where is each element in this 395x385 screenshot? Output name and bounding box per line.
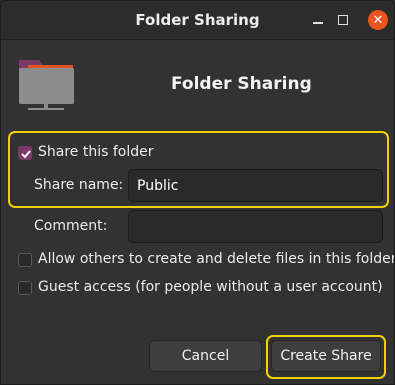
- maximize-icon: [338, 15, 348, 25]
- header-title: Folder Sharing: [171, 74, 312, 94]
- share-name-label: Share name:: [34, 177, 124, 193]
- comment-field[interactable]: [128, 210, 383, 243]
- share-this-folder-checkbox[interactable]: [18, 146, 32, 160]
- guest-access-checkbox[interactable]: [18, 281, 32, 295]
- share-this-folder-label: Share this folder: [38, 144, 154, 160]
- folder-network-icon: [19, 60, 74, 110]
- cancel-button[interactable]: Cancel: [149, 340, 262, 372]
- minimize-button[interactable]: [309, 11, 327, 29]
- checkmark-icon: [21, 150, 31, 159]
- minimize-icon: [313, 22, 323, 24]
- create-share-button[interactable]: Create Share: [271, 340, 381, 372]
- folder-sharing-dialog: Folder Sharing ✕ Folder Sharing Share th…: [0, 0, 395, 385]
- share-name-field[interactable]: Public: [128, 169, 383, 202]
- maximize-button[interactable]: [334, 11, 352, 29]
- comment-label: Comment:: [34, 218, 108, 234]
- close-icon: ✕: [372, 12, 384, 28]
- allow-others-checkbox[interactable]: [18, 253, 32, 267]
- allow-others-label: Allow others to create and delete files …: [38, 251, 395, 267]
- close-button[interactable]: ✕: [368, 10, 388, 30]
- title-bar: Folder Sharing ✕: [1, 1, 394, 40]
- guest-access-label: Guest access (for people without a user …: [38, 279, 383, 295]
